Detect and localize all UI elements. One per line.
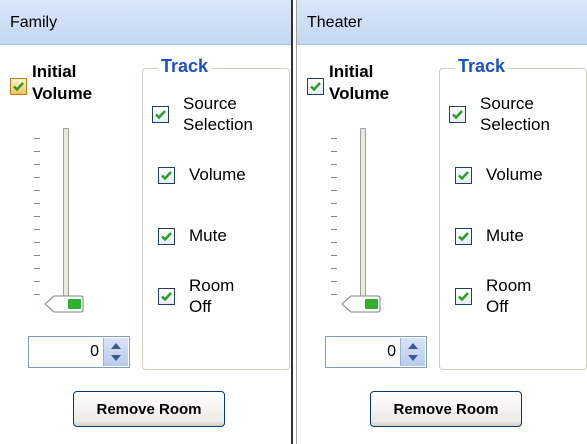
initial-volume-label: Initial Volume (32, 62, 93, 103)
initial-volume-label: Initial Volume (329, 62, 390, 103)
track-volume-checkbox[interactable] (455, 167, 472, 184)
checkmark-icon (458, 171, 469, 181)
track-source-selection-label: Source Selection (183, 94, 253, 134)
checkmark-icon (458, 292, 469, 302)
room-name: Theater (307, 14, 363, 31)
volume-spinbox[interactable]: 0 (28, 336, 130, 368)
initial-volume-checkbox[interactable] (10, 78, 27, 95)
volume-spinbox[interactable]: 0 (325, 336, 427, 368)
room-panel-family: Family Initial Volume 0 Track Source Sel… (0, 0, 293, 444)
track-mute-label: Mute (486, 226, 524, 245)
checkmark-icon (310, 82, 321, 92)
volume-slider-thumb[interactable] (341, 294, 381, 314)
checkmark-icon (161, 232, 172, 242)
checkmark-icon (155, 110, 166, 120)
track-mute-label: Mute (189, 226, 227, 245)
track-room-off-label: Room Off (486, 276, 532, 316)
checkmark-icon (161, 292, 172, 302)
spin-buttons (400, 338, 425, 366)
track-room-off-checkbox[interactable] (455, 288, 472, 305)
spin-up-icon[interactable] (407, 341, 419, 351)
track-source-selection-checkbox[interactable] (152, 106, 169, 123)
track-volume-label: Volume (486, 165, 543, 184)
volume-slider-track[interactable] (63, 128, 69, 308)
checkmark-icon (458, 232, 469, 242)
room-name: Family (10, 14, 58, 31)
checkmark-icon (452, 110, 463, 120)
track-room-off-label: Room Off (189, 276, 235, 316)
initial-volume-checkbox[interactable] (307, 78, 324, 95)
spin-down-icon[interactable] (407, 353, 419, 363)
track-volume-checkbox[interactable] (158, 167, 175, 184)
spin-up-icon[interactable] (110, 341, 122, 351)
track-legend: Track (455, 56, 509, 77)
checkmark-icon (13, 82, 24, 92)
volume-slider-track[interactable] (360, 128, 366, 308)
checkmark-icon (161, 171, 172, 181)
spin-down-icon[interactable] (110, 353, 122, 363)
track-room-off-checkbox[interactable] (158, 288, 175, 305)
volume-spin-value: 0 (387, 343, 396, 360)
track-mute-checkbox[interactable] (158, 228, 175, 245)
volume-spin-value: 0 (90, 343, 99, 360)
track-volume-label: Volume (189, 165, 246, 184)
spin-buttons (103, 338, 128, 366)
volume-slider-thumb[interactable] (44, 294, 84, 314)
remove-room-button[interactable]: Remove Room (73, 391, 225, 427)
track-legend: Track (158, 56, 212, 77)
remove-room-button[interactable]: Remove Room (370, 391, 522, 427)
track-source-selection-label: Source Selection (480, 94, 550, 134)
room-header: Theater (297, 0, 587, 45)
room-panel-theater: Theater Initial Volume 0 Track Source Se… (296, 0, 587, 444)
track-source-selection-checkbox[interactable] (449, 106, 466, 123)
track-mute-checkbox[interactable] (455, 228, 472, 245)
room-header: Family (0, 0, 291, 45)
